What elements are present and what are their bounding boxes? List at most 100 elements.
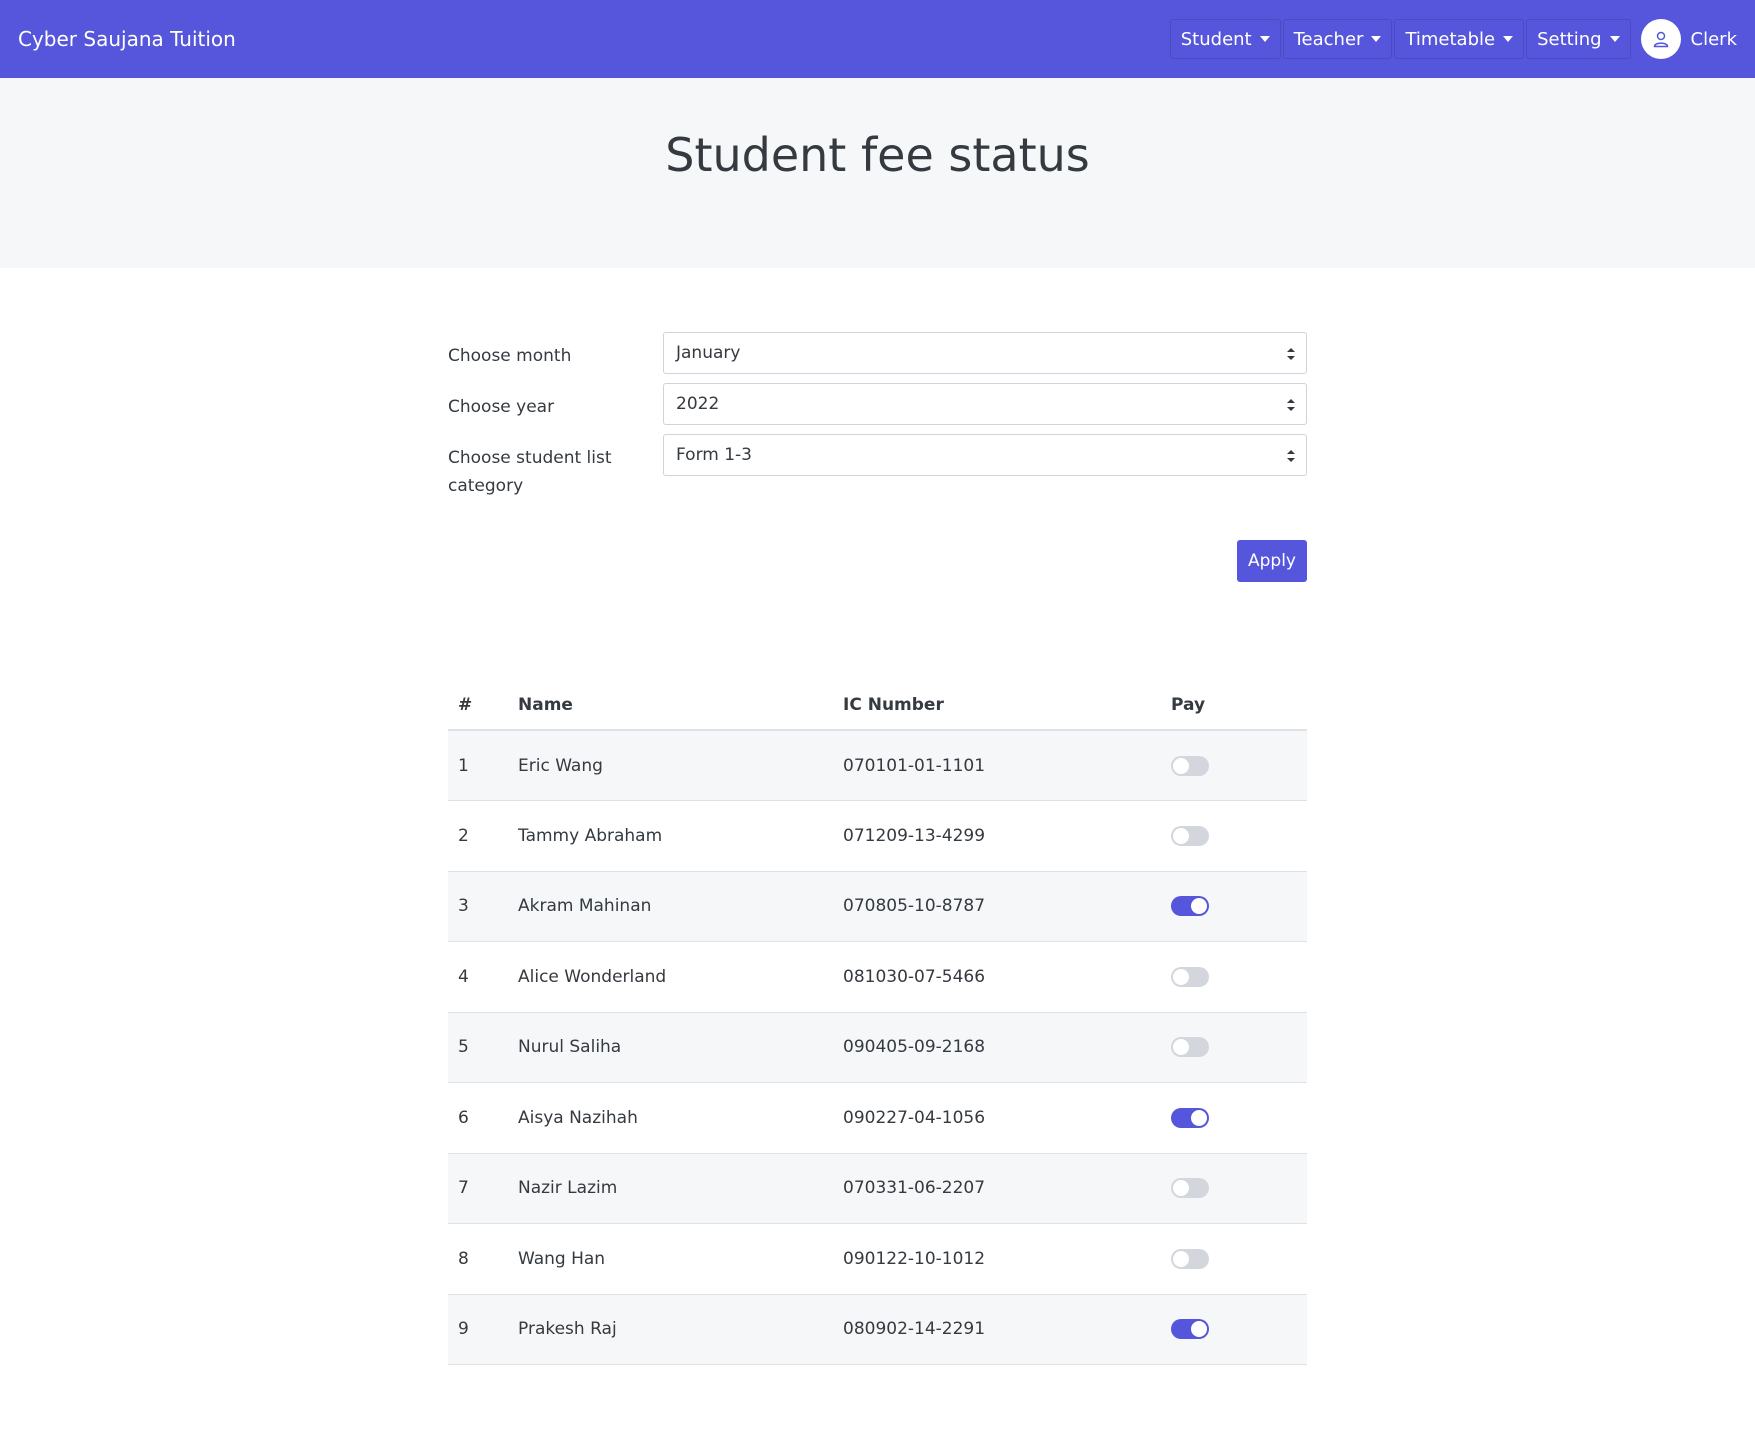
cell-pay bbox=[1161, 941, 1307, 1013]
cell-index: 3 bbox=[448, 871, 508, 942]
header-pay: Pay bbox=[1161, 680, 1307, 731]
toggle-knob bbox=[1173, 1039, 1189, 1056]
cell-pay bbox=[1161, 1012, 1307, 1083]
category-select[interactable]: Form 1-3 bbox=[663, 434, 1307, 476]
table-row: 8 Wang Han 090122-10-1012 bbox=[448, 1223, 1307, 1295]
pay-toggle[interactable] bbox=[1171, 1178, 1209, 1199]
category-row: Choose student list category Form 1-3 bbox=[448, 434, 1307, 524]
caret-down-icon bbox=[1259, 36, 1270, 42]
header-index: # bbox=[448, 680, 508, 731]
filter-form: Choose month January Choose year 2022 Ch… bbox=[448, 332, 1307, 524]
cell-name: Tammy Abraham bbox=[508, 800, 833, 872]
table-row: 5 Nurul Saliha 090405-09-2168 bbox=[448, 1012, 1307, 1083]
year-row: Choose year 2022 bbox=[448, 383, 1307, 434]
nav-timetable-dropdown[interactable]: Timetable bbox=[1394, 19, 1525, 59]
page-title: Student fee status bbox=[665, 128, 1090, 182]
caret-down-icon bbox=[1503, 36, 1514, 42]
month-row: Choose month January bbox=[448, 332, 1307, 383]
cell-name: Nazir Lazim bbox=[508, 1153, 833, 1224]
pay-toggle[interactable] bbox=[1171, 896, 1209, 917]
cell-index: 4 bbox=[448, 941, 508, 1013]
month-label: Choose month bbox=[448, 346, 572, 366]
pay-toggle[interactable] bbox=[1171, 1037, 1209, 1058]
year-label: Choose year bbox=[448, 397, 555, 417]
nav-student-label: Student bbox=[1180, 28, 1252, 50]
cell-index: 1 bbox=[448, 730, 508, 801]
avatar bbox=[1640, 19, 1681, 59]
cell-index: 8 bbox=[448, 1223, 508, 1295]
toggle-knob bbox=[1173, 827, 1189, 844]
cell-ic-number: 080902-14-2291 bbox=[833, 1294, 1161, 1365]
nav-menu: Student Teacher Timetable Setting Clerk bbox=[1168, 0, 1755, 78]
toggle-knob bbox=[1191, 898, 1207, 915]
pay-toggle[interactable] bbox=[1171, 1107, 1209, 1128]
year-value: 2022 bbox=[676, 394, 720, 414]
cell-ic-number: 070331-06-2207 bbox=[833, 1153, 1161, 1224]
cell-ic-number: 081030-07-5466 bbox=[833, 941, 1161, 1013]
cell-ic-number: 071209-13-4299 bbox=[833, 800, 1161, 872]
header-ic-number: IC Number bbox=[833, 680, 1161, 731]
cell-name: Nurul Saliha bbox=[508, 1012, 833, 1083]
apply-button[interactable]: Apply bbox=[1237, 540, 1307, 582]
cell-name: Alice Wonderland bbox=[508, 941, 833, 1013]
top-navbar: Cyber Saujana Tuition Student Teacher Ti… bbox=[0, 0, 1755, 78]
pay-toggle[interactable] bbox=[1171, 1248, 1209, 1269]
user-menu[interactable]: Clerk bbox=[1640, 19, 1755, 59]
cell-pay bbox=[1161, 1223, 1307, 1295]
cell-name: Wang Han bbox=[508, 1223, 833, 1295]
caret-down-icon bbox=[1609, 36, 1620, 42]
category-label: Choose student list category bbox=[448, 448, 612, 496]
toggle-knob bbox=[1173, 757, 1189, 774]
pay-toggle[interactable] bbox=[1171, 1319, 1209, 1340]
toggle-knob bbox=[1191, 1109, 1207, 1126]
table-row: 3 Akram Mahinan 070805-10-8787 bbox=[448, 871, 1307, 942]
cell-name: Aisya Nazihah bbox=[508, 1082, 833, 1154]
cell-index: 5 bbox=[448, 1012, 508, 1083]
toggle-knob bbox=[1173, 1180, 1189, 1197]
toggle-knob bbox=[1173, 968, 1189, 985]
cell-pay bbox=[1161, 871, 1307, 942]
table-row: 6 Aisya Nazihah 090227-04-1056 bbox=[448, 1082, 1307, 1154]
select-arrows-icon bbox=[1287, 399, 1295, 411]
select-arrows-icon bbox=[1287, 348, 1295, 360]
page-header: Student fee status bbox=[0, 78, 1755, 268]
user-label: Clerk bbox=[1690, 28, 1737, 50]
year-select[interactable]: 2022 bbox=[663, 383, 1307, 425]
select-arrows-icon bbox=[1287, 450, 1295, 462]
nav-timetable-label: Timetable bbox=[1405, 28, 1496, 50]
nav-student-dropdown[interactable]: Student bbox=[1169, 19, 1281, 59]
header-name: Name bbox=[508, 680, 833, 731]
cell-ic-number: 070805-10-8787 bbox=[833, 871, 1161, 942]
caret-down-icon bbox=[1371, 36, 1382, 42]
fee-status-table: # Name IC Number Pay 1 Eric Wang 070101-01… bbox=[448, 680, 1307, 1365]
table-row: 9 Prakesh Raj 080902-14-2291 bbox=[448, 1294, 1307, 1365]
cell-pay bbox=[1161, 800, 1307, 872]
toggle-knob bbox=[1191, 1321, 1207, 1338]
table-row: 1 Eric Wang 070101-01-1101 bbox=[448, 730, 1307, 801]
pay-toggle[interactable] bbox=[1171, 966, 1209, 987]
table-row: 7 Nazir Lazim 070331-06-2207 bbox=[448, 1153, 1307, 1224]
cell-name: Eric Wang bbox=[508, 730, 833, 801]
category-value: Form 1-3 bbox=[676, 445, 752, 465]
nav-setting-dropdown[interactable]: Setting bbox=[1526, 19, 1631, 59]
nav-teacher-label: Teacher bbox=[1293, 28, 1364, 50]
pay-toggle[interactable] bbox=[1171, 755, 1209, 776]
cell-pay bbox=[1161, 1294, 1307, 1365]
cell-pay bbox=[1161, 730, 1307, 801]
cell-ic-number: 090227-04-1056 bbox=[833, 1082, 1161, 1154]
toggle-knob bbox=[1173, 1250, 1189, 1267]
cell-ic-number: 070101-01-1101 bbox=[833, 730, 1161, 801]
table-row: 2 Tammy Abraham 071209-13-4299 bbox=[448, 800, 1307, 872]
brand-name[interactable]: Cyber Saujana Tuition bbox=[18, 0, 236, 78]
cell-index: 2 bbox=[448, 800, 508, 872]
cell-pay bbox=[1161, 1082, 1307, 1154]
table-row: 4 Alice Wonderland 081030-07-5466 bbox=[448, 941, 1307, 1013]
cell-index: 9 bbox=[448, 1294, 508, 1365]
table-body: 1 Eric Wang 070101-01-1101 2 Tammy Abraham 07… bbox=[448, 730, 1307, 1365]
pay-toggle[interactable] bbox=[1171, 825, 1209, 846]
cell-name: Akram Mahinan bbox=[508, 871, 833, 942]
nav-teacher-dropdown[interactable]: Teacher bbox=[1282, 19, 1393, 59]
user-icon bbox=[1653, 31, 1668, 48]
nav-setting-label: Setting bbox=[1537, 28, 1602, 50]
month-select[interactable]: January bbox=[663, 332, 1307, 374]
